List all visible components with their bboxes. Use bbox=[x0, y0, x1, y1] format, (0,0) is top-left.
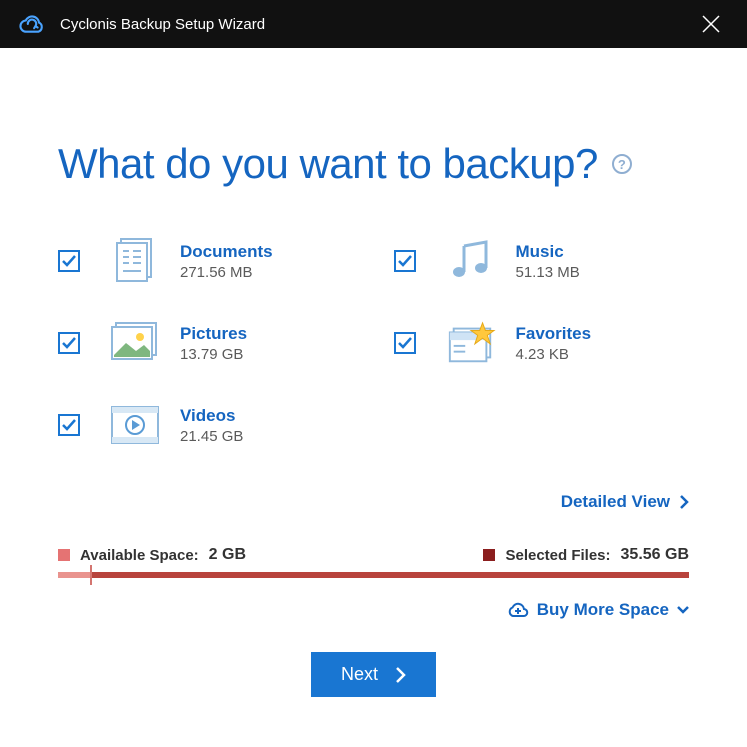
titlebar: Cyclonis Backup Setup Wizard bbox=[0, 0, 747, 48]
category-size: 4.23 KB bbox=[516, 346, 592, 363]
checkbox-favorites[interactable] bbox=[394, 332, 416, 354]
checkbox-pictures[interactable] bbox=[58, 332, 80, 354]
category-size: 51.13 MB bbox=[516, 264, 580, 281]
next-button[interactable]: Next bbox=[311, 652, 436, 697]
available-space-label: Available Space: bbox=[80, 547, 199, 564]
category-size: 271.56 MB bbox=[180, 264, 273, 281]
chevron-down-icon bbox=[677, 606, 689, 614]
check-icon bbox=[398, 337, 412, 349]
check-icon bbox=[62, 419, 76, 431]
space-legend: Available Space: 2 GB Selected Files: 35… bbox=[58, 546, 689, 564]
check-icon bbox=[62, 255, 76, 267]
app-logo-icon bbox=[18, 10, 46, 38]
buy-more-space-link[interactable]: Buy More Space bbox=[507, 600, 689, 620]
chevron-right-icon bbox=[396, 667, 406, 683]
category-item-documents: Documents 271.56 MB bbox=[58, 236, 354, 286]
window-title: Cyclonis Backup Setup Wizard bbox=[60, 16, 693, 33]
category-size: 21.45 GB bbox=[180, 428, 243, 445]
selected-files-label: Selected Files: bbox=[505, 547, 610, 564]
next-button-label: Next bbox=[341, 664, 378, 685]
close-icon bbox=[702, 15, 720, 33]
favorites-icon bbox=[446, 318, 496, 368]
selected-swatch-icon bbox=[483, 549, 495, 561]
category-size: 13.79 GB bbox=[180, 346, 247, 363]
check-icon bbox=[62, 337, 76, 349]
category-title: Music bbox=[516, 242, 580, 262]
checkbox-videos[interactable] bbox=[58, 414, 80, 436]
selected-files-value: 35.56 GB bbox=[621, 546, 689, 564]
category-item-music: Music 51.13 MB bbox=[394, 236, 690, 286]
category-item-pictures: Pictures 13.79 GB bbox=[58, 318, 354, 368]
buy-more-space-label: Buy More Space bbox=[537, 600, 669, 620]
checkbox-documents[interactable] bbox=[58, 250, 80, 272]
checkbox-music[interactable] bbox=[394, 250, 416, 272]
music-icon bbox=[446, 236, 496, 286]
detailed-view-link[interactable]: Detailed View bbox=[561, 492, 689, 512]
category-item-videos: Videos 21.45 GB bbox=[58, 400, 354, 450]
available-swatch-icon bbox=[58, 549, 70, 561]
category-item-favorites: Favorites 4.23 KB bbox=[394, 318, 690, 368]
chevron-right-icon bbox=[680, 495, 689, 509]
videos-icon bbox=[110, 400, 160, 450]
pictures-icon bbox=[110, 318, 160, 368]
category-title: Favorites bbox=[516, 324, 592, 344]
help-icon[interactable]: ? bbox=[612, 154, 632, 174]
close-button[interactable] bbox=[693, 6, 729, 42]
category-title: Documents bbox=[180, 242, 273, 262]
available-space-value: 2 GB bbox=[209, 546, 246, 564]
page-title: What do you want to backup? bbox=[58, 140, 598, 188]
check-icon bbox=[398, 255, 412, 267]
category-grid: Documents 271.56 MB Music 51.13 MB bbox=[58, 236, 689, 450]
detailed-view-label: Detailed View bbox=[561, 492, 670, 512]
cloud-plus-icon bbox=[507, 601, 529, 619]
documents-icon bbox=[110, 236, 160, 286]
category-title: Videos bbox=[180, 406, 243, 426]
space-bar bbox=[58, 572, 689, 578]
category-title: Pictures bbox=[180, 324, 247, 344]
